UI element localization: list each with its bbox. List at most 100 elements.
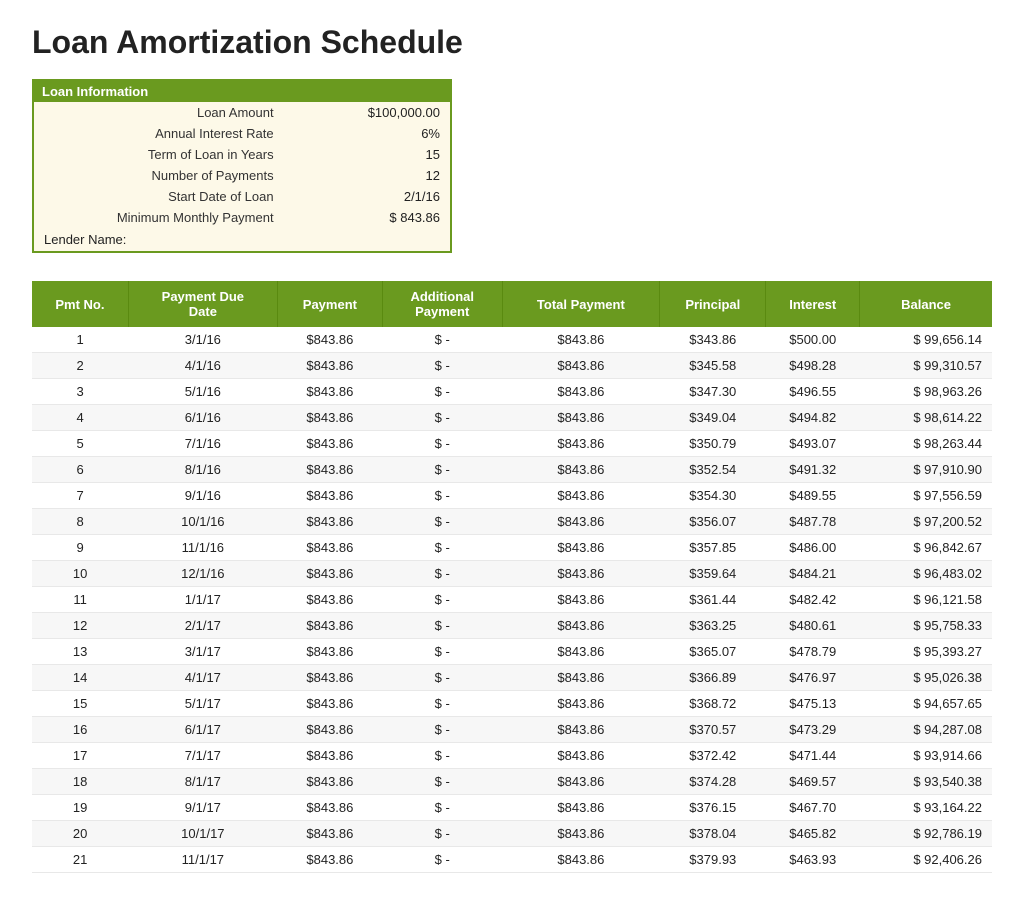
cell-interest: $473.29 <box>766 717 860 743</box>
cell-balance: $ 94,657.65 <box>860 691 992 717</box>
table-row: 155/1/17$843.86$ -$843.86$368.72$475.13$… <box>32 691 992 717</box>
cell-interest: $478.79 <box>766 639 860 665</box>
cell-pmt-no: 20 <box>32 821 128 847</box>
cell-date: 1/1/17 <box>128 587 277 613</box>
cell-pmt-no: 10 <box>32 561 128 587</box>
cell-pmt-no: 12 <box>32 613 128 639</box>
cell-payment: $843.86 <box>277 405 382 431</box>
cell-total: $843.86 <box>502 639 660 665</box>
cell-date: 12/1/16 <box>128 561 277 587</box>
cell-balance: $ 97,556.59 <box>860 483 992 509</box>
cell-balance: $ 93,164.22 <box>860 795 992 821</box>
cell-addl: $ - <box>382 613 502 639</box>
cell-principal: $354.30 <box>660 483 766 509</box>
cell-addl: $ - <box>382 327 502 353</box>
cell-interest: $498.28 <box>766 353 860 379</box>
cell-balance: $ 97,910.90 <box>860 457 992 483</box>
cell-interest: $463.93 <box>766 847 860 873</box>
loan-info-value: 12 <box>284 165 450 186</box>
cell-pmt-no: 8 <box>32 509 128 535</box>
cell-interest: $467.70 <box>766 795 860 821</box>
loan-info-label: Term of Loan in Years <box>34 144 284 165</box>
table-row: 188/1/17$843.86$ -$843.86$374.28$469.57$… <box>32 769 992 795</box>
loan-info-value: $ 843.86 <box>284 207 450 228</box>
cell-interest: $487.78 <box>766 509 860 535</box>
cell-total: $843.86 <box>502 353 660 379</box>
cell-interest: $475.13 <box>766 691 860 717</box>
table-row: 133/1/17$843.86$ -$843.86$365.07$478.79$… <box>32 639 992 665</box>
cell-pmt-no: 15 <box>32 691 128 717</box>
cell-addl: $ - <box>382 639 502 665</box>
cell-date: 9/1/16 <box>128 483 277 509</box>
cell-total: $843.86 <box>502 379 660 405</box>
cell-addl: $ - <box>382 717 502 743</box>
table-row: 24/1/16$843.86$ -$843.86$345.58$498.28$ … <box>32 353 992 379</box>
cell-principal: $361.44 <box>660 587 766 613</box>
cell-principal: $365.07 <box>660 639 766 665</box>
table-row: 2010/1/17$843.86$ -$843.86$378.04$465.82… <box>32 821 992 847</box>
cell-balance: $ 96,121.58 <box>860 587 992 613</box>
cell-principal: $370.57 <box>660 717 766 743</box>
cell-balance: $ 93,540.38 <box>860 769 992 795</box>
table-row: 35/1/16$843.86$ -$843.86$347.30$496.55$ … <box>32 379 992 405</box>
cell-balance: $ 99,310.57 <box>860 353 992 379</box>
col-principal: Principal <box>660 281 766 327</box>
table-row: 810/1/16$843.86$ -$843.86$356.07$487.78$… <box>32 509 992 535</box>
loan-info-header: Loan Information <box>34 81 450 102</box>
cell-payment: $843.86 <box>277 587 382 613</box>
cell-addl: $ - <box>382 509 502 535</box>
col-total-payment: Total Payment <box>502 281 660 327</box>
loan-info-row: Term of Loan in Years15 <box>34 144 450 165</box>
cell-date: 6/1/17 <box>128 717 277 743</box>
cell-total: $843.86 <box>502 795 660 821</box>
cell-balance: $ 94,287.08 <box>860 717 992 743</box>
cell-interest: $486.00 <box>766 535 860 561</box>
table-row: 177/1/17$843.86$ -$843.86$372.42$471.44$… <box>32 743 992 769</box>
table-row: 2111/1/17$843.86$ -$843.86$379.93$463.93… <box>32 847 992 873</box>
col-payment: Payment <box>277 281 382 327</box>
cell-principal: $363.25 <box>660 613 766 639</box>
cell-payment: $843.86 <box>277 353 382 379</box>
loan-info-box: Loan Information Loan Amount$100,000.00A… <box>32 79 452 253</box>
cell-total: $843.86 <box>502 717 660 743</box>
cell-interest: $494.82 <box>766 405 860 431</box>
table-row: 144/1/17$843.86$ -$843.86$366.89$476.97$… <box>32 665 992 691</box>
lender-name-row: Lender Name: <box>34 228 450 251</box>
cell-total: $843.86 <box>502 561 660 587</box>
cell-pmt-no: 4 <box>32 405 128 431</box>
cell-date: 11/1/16 <box>128 535 277 561</box>
cell-principal: $359.64 <box>660 561 766 587</box>
cell-interest: $496.55 <box>766 379 860 405</box>
cell-pmt-no: 6 <box>32 457 128 483</box>
cell-pmt-no: 3 <box>32 379 128 405</box>
cell-payment: $843.86 <box>277 691 382 717</box>
cell-principal: $376.15 <box>660 795 766 821</box>
cell-addl: $ - <box>382 691 502 717</box>
col-additional-payment: AdditionalPayment <box>382 281 502 327</box>
cell-pmt-no: 2 <box>32 353 128 379</box>
cell-payment: $843.86 <box>277 509 382 535</box>
cell-date: 11/1/17 <box>128 847 277 873</box>
cell-balance: $ 95,026.38 <box>860 665 992 691</box>
cell-addl: $ - <box>382 769 502 795</box>
cell-interest: $489.55 <box>766 483 860 509</box>
col-interest: Interest <box>766 281 860 327</box>
table-row: 111/1/17$843.86$ -$843.86$361.44$482.42$… <box>32 587 992 613</box>
cell-pmt-no: 13 <box>32 639 128 665</box>
cell-payment: $843.86 <box>277 431 382 457</box>
cell-addl: $ - <box>382 821 502 847</box>
cell-total: $843.86 <box>502 405 660 431</box>
cell-total: $843.86 <box>502 665 660 691</box>
cell-pmt-no: 18 <box>32 769 128 795</box>
cell-principal: $343.86 <box>660 327 766 353</box>
cell-pmt-no: 21 <box>32 847 128 873</box>
cell-principal: $347.30 <box>660 379 766 405</box>
cell-balance: $ 96,842.67 <box>860 535 992 561</box>
cell-date: 8/1/17 <box>128 769 277 795</box>
cell-pmt-no: 16 <box>32 717 128 743</box>
cell-total: $843.86 <box>502 431 660 457</box>
cell-principal: $378.04 <box>660 821 766 847</box>
cell-total: $843.86 <box>502 535 660 561</box>
cell-date: 3/1/16 <box>128 327 277 353</box>
cell-payment: $843.86 <box>277 795 382 821</box>
